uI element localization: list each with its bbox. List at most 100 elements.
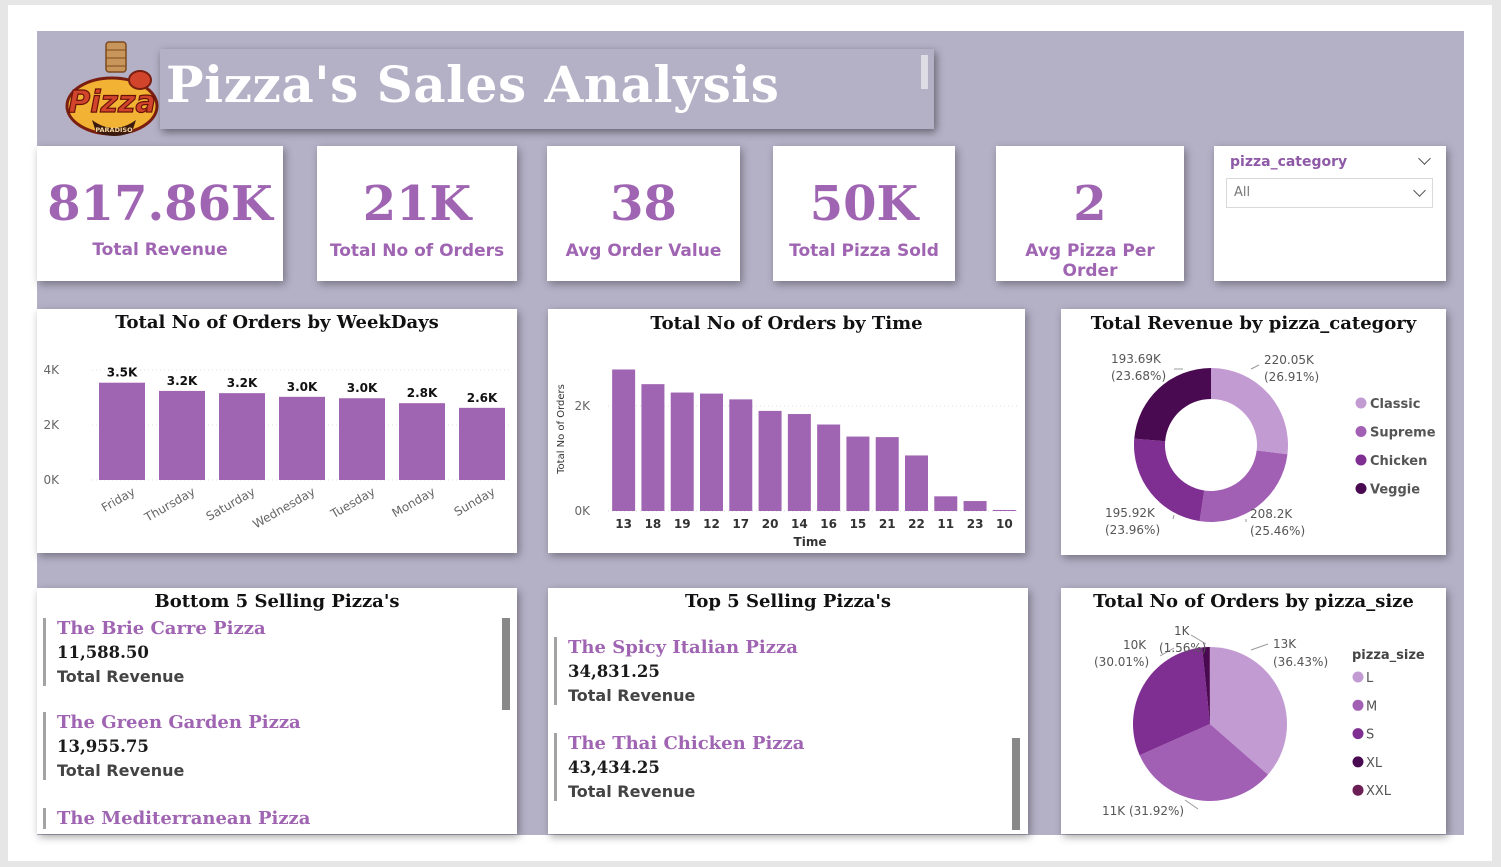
weekday-chart-svg: 0K 2K 4K 3.5K Friday 3.2K Thursday 3.2K Saturday… [43,363,512,531]
x-tick-label: 23 [967,517,984,531]
legend-marker[interactable] [1352,728,1364,740]
card-title: Bottom 5 Selling Pizza's [154,591,400,612]
bar[interactable] [641,384,665,511]
bar[interactable] [729,399,753,511]
slicer-title: pizza_category [1230,154,1348,170]
legend-marker[interactable] [1355,397,1367,409]
slicer-selected-value: All [1234,185,1251,200]
kpi-label: Avg Order Value [565,241,722,261]
y-axis-title: Total No of Orders [556,384,567,475]
chevron-down-icon[interactable] [1418,152,1431,165]
time-orders-chart: Total No of Orders by Time 0K 2K 13 18 19 12 1… [548,309,1025,553]
legend-marker[interactable] [1355,454,1367,466]
pizza-name: The Spicy Italian Pizza [568,637,798,658]
bar[interactable] [612,369,636,511]
legend-title: pizza_size [1352,648,1425,663]
pizza-name: The Thai Chicken Pizza [568,733,805,754]
legend-label[interactable]: Supreme [1370,426,1436,441]
legend-label[interactable]: S [1366,728,1374,743]
slice-label: 11K (31.92%) [1102,804,1184,818]
legend-label[interactable]: M [1366,699,1377,714]
bar[interactable] [399,403,445,480]
legend-marker[interactable] [1352,671,1364,683]
legend-marker[interactable] [1352,784,1364,796]
x-tick-label: 13 [615,517,632,531]
slice-pct-label: (25.46%) [1250,524,1305,538]
slice-pct-label: (23.96%) [1105,523,1160,537]
x-tick-label: 20 [762,517,779,531]
x-tick-label: Wednesday [250,484,317,531]
bar[interactable] [219,393,265,480]
kpi-label: Total No of Orders [329,241,505,261]
bar[interactable] [846,436,870,511]
svg-text:PARADISO: PARADISO [95,126,133,134]
pizza-revenue: 13,955.75 [57,737,149,756]
slicer-dropdown[interactable]: All [1226,178,1433,208]
scrollbar[interactable] [502,618,510,710]
kpi-value: 38 [610,176,677,232]
legend-label[interactable]: Veggie [1370,483,1420,498]
legend-label[interactable]: L [1366,671,1374,686]
x-axis-title: Time [794,535,827,549]
slice-label: 220.05K [1264,353,1315,367]
slice-label: 195.92K [1105,506,1156,520]
bar[interactable] [99,382,145,480]
slice-pct-label: (30.01%) [1094,655,1149,669]
card-title: Top 5 Selling Pizza's [684,591,891,612]
x-tick-label: 11 [937,517,954,531]
legend-label[interactable]: Chicken [1370,454,1427,469]
pizza-revenue: 11,588.50 [57,643,149,662]
y-tick-label: 0K [574,504,591,518]
bar[interactable] [817,424,841,511]
x-tick-label: 21 [879,517,896,531]
slice-pct-label: (23.68%) [1111,369,1166,383]
kpi-label: Total Pizza Sold [789,241,939,261]
legend-label[interactable]: Classic [1370,397,1420,412]
bar[interactable] [905,455,928,511]
category-revenue-chart: Total Revenue by pizza_category 220.05K(… [1061,309,1446,555]
legend-marker[interactable] [1352,699,1364,711]
bar[interactable] [934,496,958,511]
legend-marker[interactable] [1355,426,1367,437]
legend-marker[interactable] [1352,756,1364,768]
x-tick-label: Monday [389,484,437,520]
data-label: 2.8K [407,386,438,400]
list-item: The Brie Carre Pizza 11,588.50 Total Rev… [43,618,266,686]
legend-label[interactable]: XXL [1366,784,1392,799]
legend-marker[interactable] [1355,483,1367,494]
bar[interactable] [700,393,723,511]
bar[interactable] [875,437,899,511]
legend-label[interactable]: XL [1366,756,1383,771]
x-tick-label: Sunday [452,484,498,519]
bar[interactable] [963,501,987,511]
data-label: 3.5K [107,366,138,380]
data-label: 3.0K [347,381,378,395]
pizza-category-slicer[interactable]: pizza_category All [1214,146,1446,281]
bar[interactable] [279,396,325,480]
title-scrollbar[interactable] [921,55,928,89]
bar[interactable] [992,509,1016,511]
chevron-down-icon[interactable] [1413,184,1426,197]
revenue-label: Total Revenue [57,667,185,686]
bottom5-card: Bottom 5 Selling Pizza's The Brie Carre … [37,588,517,834]
bar[interactable] [787,414,811,511]
kpi-card-avg-pizza-per-order: 2 Avg Pizza Per Order [996,146,1184,281]
bar[interactable] [670,392,694,511]
list-item: The Thai Chicken Pizza 43,434.25 Total R… [554,733,804,801]
bar[interactable] [339,398,385,480]
category-chart-svg: 220.05K (26.91%) 208.2K (25.46%) 195.92K (23.… [1105,352,1436,538]
bar[interactable] [159,390,205,480]
list-item: The Mediterranean Pizza [43,808,310,829]
list-item: The Spicy Italian Pizza 34,831.25 Total … [554,637,798,705]
scrollbar[interactable] [1012,738,1020,830]
slice-label: 10K [1123,638,1147,652]
x-tick-label: Tuesday [327,484,377,521]
svg-text:Pizza: Pizza [68,85,155,120]
bar[interactable] [459,407,505,480]
kpi-value: 21K [362,176,472,232]
pizza-name: The Brie Carre Pizza [57,618,266,639]
bar[interactable] [758,410,782,511]
pizza-revenue: 43,434.25 [568,758,660,777]
revenue-label: Total Revenue [57,761,185,780]
kpi-value: 817.86K [47,176,273,232]
